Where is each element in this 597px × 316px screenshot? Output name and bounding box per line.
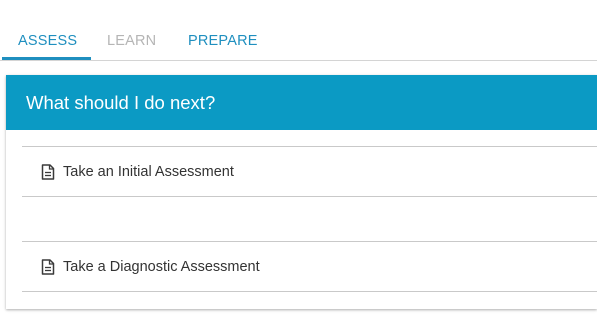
- divider: [22, 196, 597, 197]
- next-steps-card: What should I do next? Take an Initial A…: [6, 75, 597, 309]
- tab-assess[interactable]: ASSESS: [18, 32, 77, 50]
- document-icon: [41, 259, 55, 275]
- tab-bar: ASSESS LEARN PREPARE: [0, 0, 597, 61]
- active-tab-indicator: [2, 57, 91, 60]
- list-item-label: Take an Initial Assessment: [63, 164, 234, 180]
- list-item-diagnostic-assessment[interactable]: Take a Diagnostic Assessment: [22, 242, 597, 290]
- list-item-label: Take a Diagnostic Assessment: [63, 259, 260, 275]
- tab-learn[interactable]: LEARN: [107, 32, 156, 50]
- card-title: What should I do next?: [26, 92, 216, 113]
- app-root: ASSESS LEARN PREPARE What should I do ne…: [0, 0, 597, 316]
- list-item-initial-assessment[interactable]: Take an Initial Assessment: [22, 147, 597, 195]
- document-icon: [41, 164, 55, 180]
- card-header: What should I do next?: [6, 75, 597, 130]
- divider: [22, 291, 597, 292]
- tab-prepare[interactable]: PREPARE: [188, 32, 258, 50]
